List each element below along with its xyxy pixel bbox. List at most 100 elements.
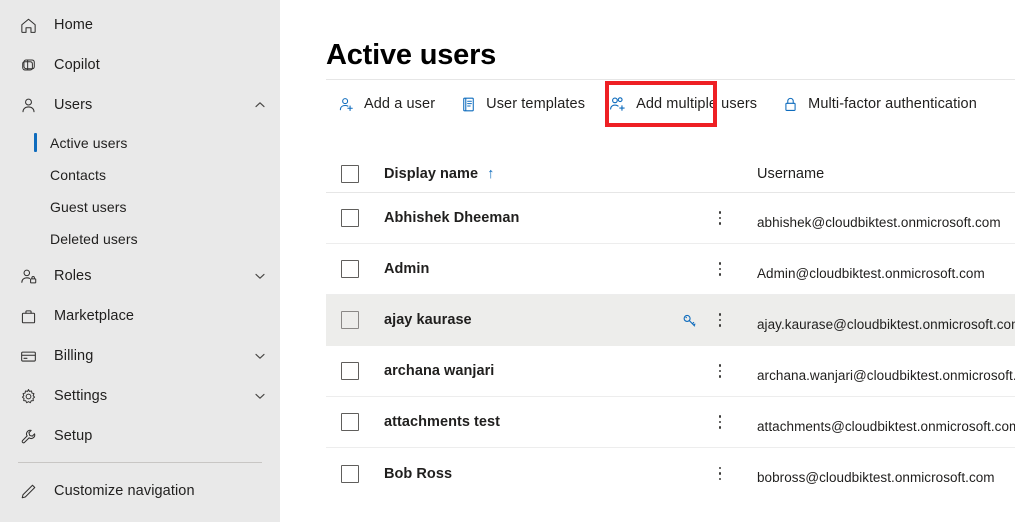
wrench-icon	[18, 426, 38, 446]
row-select-cell	[326, 311, 384, 329]
sidebar-subitem-label: Active users	[50, 135, 128, 151]
sidebar-item-billing[interactable]: Billing	[0, 340, 280, 372]
row-checkbox[interactable]	[341, 260, 359, 278]
command-label: Add multiple users	[636, 96, 758, 112]
reset-password-placeholder	[680, 413, 698, 431]
more-actions-icon[interactable]	[712, 413, 728, 431]
select-all-cell	[326, 164, 384, 183]
cell-username: attachments@cloudbiktest.onmicrosoft.com	[757, 418, 1015, 434]
home-icon	[18, 15, 38, 35]
row-actions	[672, 362, 757, 380]
row-select-cell	[326, 413, 384, 431]
sidebar-item-customize-navigation[interactable]: Customize navigation	[0, 475, 280, 507]
cell-display-name: Abhishek Dheeman	[384, 210, 520, 226]
copilot-icon	[18, 55, 38, 75]
admin-center-page: Home Copilot Users Active users Contacts…	[0, 0, 1015, 522]
more-actions-icon[interactable]	[712, 209, 728, 227]
sidebar-divider	[18, 462, 262, 463]
reset-password-placeholder	[680, 465, 698, 483]
user-templates-button[interactable]: User templates	[459, 88, 585, 120]
row-select-cell	[326, 260, 384, 278]
table-row[interactable]: Bob Ross bobross@cloudbiktest.onmicrosof…	[326, 448, 1015, 499]
marketplace-icon	[18, 306, 38, 326]
sidebar-item-label: Setup	[54, 428, 93, 444]
lock-icon	[781, 95, 799, 113]
sidebar-item-label: Billing	[54, 348, 94, 364]
row-select-cell	[326, 464, 384, 483]
sidebar-item-setup[interactable]: Setup	[0, 420, 280, 452]
cell-display-name: Bob Ross	[384, 465, 453, 482]
cell-username: archana.wanjari@cloudbiktest.onmicrosoft…	[757, 367, 1015, 383]
row-checkbox[interactable]	[341, 209, 359, 227]
row-checkbox[interactable]	[341, 311, 359, 329]
sidebar-item-active-users[interactable]: Active users	[0, 129, 280, 157]
command-label: User templates	[486, 96, 586, 112]
sidebar-item-label: Marketplace	[54, 308, 135, 324]
column-header-label: Display name	[384, 165, 479, 182]
add-user-icon	[337, 95, 355, 113]
roles-icon	[18, 266, 38, 286]
command-label: Multi-factor authentication	[808, 96, 977, 112]
table-row[interactable]: Admin Admin@cloudbiktest.onmicrosoft.com	[326, 244, 1015, 295]
row-select-cell	[326, 362, 384, 380]
sidebar-item-label: Customize navigation	[54, 483, 195, 499]
more-actions-icon[interactable]	[712, 260, 728, 278]
users-table: Display name ↑ Username Abhishek Dheeman…	[326, 155, 1015, 499]
row-actions	[672, 311, 757, 329]
column-header-display-name[interactable]: Display name ↑	[384, 166, 672, 182]
sidebar-item-marketplace[interactable]: Marketplace	[0, 300, 280, 332]
cell-display-name: Admin	[384, 261, 430, 277]
templates-icon	[459, 95, 477, 113]
chevron-down-icon[interactable]	[254, 350, 266, 362]
row-checkbox[interactable]	[341, 362, 359, 380]
cell-display-name: ajay kaurase	[384, 312, 472, 328]
reset-password-placeholder	[680, 209, 698, 227]
cell-username: bobross@cloudbiktest.onmicrosoft.com	[757, 470, 995, 485]
sidebar-item-guest-users[interactable]: Guest users	[0, 193, 280, 221]
sidebar-item-roles[interactable]: Roles	[0, 260, 280, 292]
sidebar-item-deleted-users[interactable]: Deleted users	[0, 225, 280, 253]
reset-password-placeholder	[680, 260, 698, 278]
row-actions	[672, 413, 757, 431]
chevron-up-icon[interactable]	[254, 99, 266, 111]
main-content: Active users Add a user User templates A…	[280, 0, 1015, 522]
multi-factor-authentication-button[interactable]: Multi-factor authentication	[781, 88, 977, 120]
user-icon	[18, 95, 38, 115]
sidebar-item-home[interactable]: Home	[0, 9, 280, 41]
billing-icon	[18, 346, 38, 366]
cell-display-name: attachments test	[384, 414, 501, 430]
sidebar-item-copilot[interactable]: Copilot	[0, 49, 280, 81]
sidebar-item-contacts[interactable]: Contacts	[0, 161, 280, 189]
row-checkbox[interactable]	[341, 413, 359, 431]
chevron-down-icon[interactable]	[254, 270, 266, 282]
sidebar-subitem-label: Contacts	[50, 167, 107, 183]
add-multiple-users-icon	[609, 95, 627, 113]
table-header-row: Display name ↑ Username	[326, 155, 1015, 193]
command-label: Add a user	[364, 96, 436, 112]
more-actions-icon[interactable]	[712, 362, 728, 380]
table-row[interactable]: Abhishek Dheeman abhishek@cloudbiktest.o…	[326, 193, 1015, 244]
table-row[interactable]: attachments test attachments@cloudbiktes…	[326, 397, 1015, 448]
more-actions-icon[interactable]	[712, 311, 728, 329]
reset-password-key-icon[interactable]	[680, 311, 698, 329]
cell-display-name: archana wanjari	[384, 363, 495, 379]
row-checkbox[interactable]	[341, 464, 359, 483]
table-row[interactable]: archana wanjari archana.wanjari@cloudbik…	[326, 346, 1015, 397]
row-actions	[672, 465, 757, 483]
table-row[interactable]: ajay kaurase ajay.kaurase@cloudbiktest.o…	[326, 295, 1015, 346]
add-multiple-users-button[interactable]: Add multiple users	[609, 88, 757, 120]
sort-ascending-icon: ↑	[487, 165, 495, 182]
sidebar-item-settings[interactable]: Settings	[0, 380, 280, 412]
sidebar-item-users[interactable]: Users	[0, 89, 280, 121]
chevron-down-icon[interactable]	[254, 390, 266, 402]
column-header-username[interactable]: Username	[757, 166, 1015, 182]
more-actions-icon[interactable]	[712, 465, 728, 483]
select-all-checkbox[interactable]	[341, 164, 359, 183]
gear-icon	[18, 386, 38, 406]
add-a-user-button[interactable]: Add a user	[337, 88, 435, 120]
row-select-cell	[326, 209, 384, 227]
sidebar-item-label: Settings	[54, 388, 108, 404]
cell-username: ajay.kaurase@cloudbiktest.onmicrosoft.co…	[757, 316, 1015, 332]
pencil-icon	[18, 481, 38, 501]
sidebar-item-label: Copilot	[54, 57, 100, 73]
